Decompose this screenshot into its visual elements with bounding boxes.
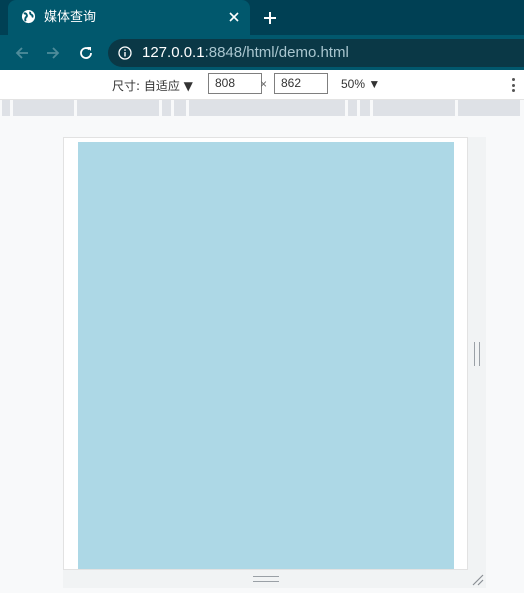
plus-icon xyxy=(264,12,276,24)
horizontal-grip-icon xyxy=(253,576,279,582)
height-input[interactable]: 862 xyxy=(274,73,328,94)
arrow-right-icon xyxy=(47,47,60,59)
forward-button[interactable] xyxy=(41,41,65,65)
resize-handle-bottom[interactable] xyxy=(63,570,468,588)
device-toolbar: 尺寸: 自适应 ▼ 808 × 862 50% ▼ xyxy=(0,70,524,100)
ruler-segment[interactable] xyxy=(373,100,455,116)
tab-title: 媒体查询 xyxy=(44,10,97,25)
page-body-lightblue xyxy=(78,142,454,569)
close-tab-button[interactable] xyxy=(225,8,243,26)
reload-icon xyxy=(80,47,92,59)
ruler-segment[interactable] xyxy=(348,100,357,116)
url-path: :8848/html/demo.html xyxy=(204,44,349,61)
ruler-segment[interactable] xyxy=(458,100,520,116)
address-bar[interactable]: 127.0.0.1:8848/html/demo.html xyxy=(108,39,524,67)
dimension-separator: × xyxy=(260,77,268,91)
ruler-segment[interactable] xyxy=(77,100,159,116)
ruler-segment[interactable] xyxy=(174,100,186,116)
width-input[interactable]: 808 xyxy=(208,73,262,94)
back-button[interactable] xyxy=(10,41,34,65)
browser-titlebar: 媒体查询 xyxy=(0,0,524,35)
ruler-segment[interactable] xyxy=(162,100,171,116)
ruler-segment[interactable] xyxy=(2,100,10,116)
resize-handle-corner[interactable] xyxy=(468,570,486,588)
url-text[interactable]: 127.0.0.1:8848/html/demo.html xyxy=(142,44,349,62)
reload-button[interactable] xyxy=(74,41,98,65)
resize-handle-right[interactable] xyxy=(468,137,486,570)
ruler-segment[interactable] xyxy=(360,100,370,116)
ruler-segment[interactable] xyxy=(189,100,345,116)
url-host: 127.0.0.1 xyxy=(142,44,205,61)
media-query-ruler xyxy=(0,100,524,116)
new-tab-button[interactable] xyxy=(259,7,281,29)
resize-corner-icon xyxy=(472,574,484,586)
browser-toolbar: 127.0.0.1:8848/html/demo.html xyxy=(0,35,524,70)
zoom-dropdown[interactable]: 50% ▼ xyxy=(341,77,380,91)
arrow-left-icon xyxy=(15,47,28,59)
dimensions-dropdown[interactable]: 尺寸: 自适应 ▼ xyxy=(112,77,193,94)
more-options-icon[interactable] xyxy=(508,76,518,94)
vertical-grip-icon xyxy=(474,342,480,366)
info-icon[interactable] xyxy=(118,46,132,60)
close-icon xyxy=(229,12,239,22)
ruler-segment[interactable] xyxy=(13,100,74,116)
browser-tab[interactable]: 媒体查询 xyxy=(8,0,250,35)
globe-icon xyxy=(21,9,36,24)
